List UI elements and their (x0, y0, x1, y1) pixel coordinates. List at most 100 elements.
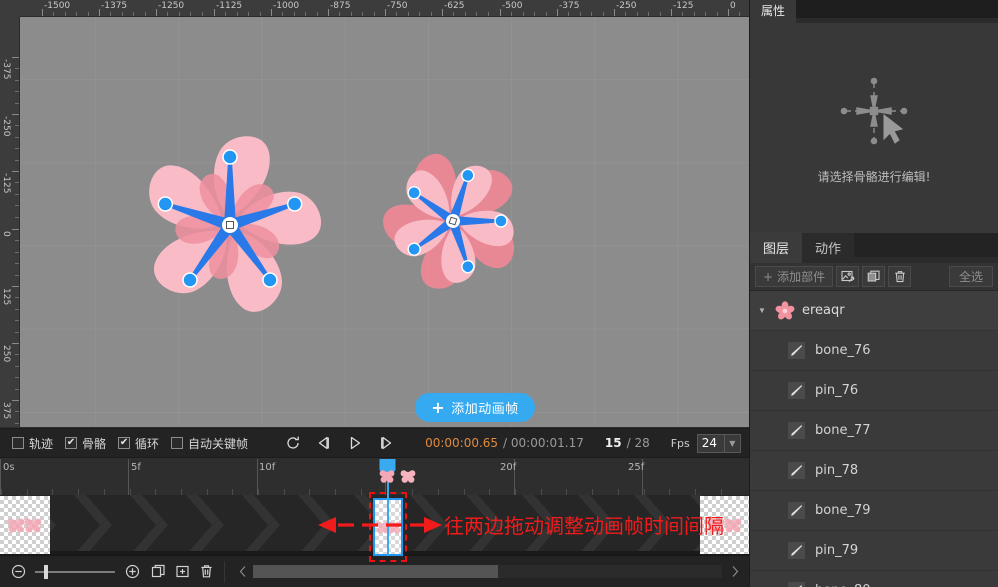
delete-frame-icon[interactable] (196, 562, 216, 582)
tab-actions[interactable]: 动作 (802, 232, 854, 263)
ruler-minor-tick (179, 12, 180, 16)
tree-row[interactable]: pin_79 (750, 531, 998, 571)
ruler-minor-tick (534, 12, 535, 16)
tab-layers[interactable]: 图层 (750, 232, 802, 263)
ruler-minor-tick (237, 12, 238, 16)
zoom-out-icon[interactable] (8, 562, 28, 582)
tree-row[interactable]: bone_77 (750, 411, 998, 451)
fps-select[interactable]: 24 ▼ (697, 434, 741, 453)
ruler-label: -125 (673, 1, 693, 11)
timeline-hscrollbar[interactable] (253, 565, 722, 578)
vruler-label: 375 (1, 402, 11, 419)
timeline-zoom-slider[interactable] (35, 565, 115, 579)
horizontal-ruler[interactable]: -1500-1375-1250-1125-1000-875-750-625-50… (20, 0, 750, 17)
fps-label: Fps (671, 437, 690, 450)
vruler-minor-tick (15, 309, 19, 310)
ruler-minor-tick (53, 12, 54, 16)
properties-tabbar-filler (796, 0, 998, 18)
ruler-minor-tick (660, 12, 661, 16)
ruler-label: -1000 (273, 1, 299, 11)
ruler-minor-tick (408, 12, 409, 16)
playback-toolbar: 轨迹 ✔ 骨骼 ✔ 循环 自动关键帧 (0, 428, 750, 458)
vertical-ruler[interactable]: -375-250-1250125250375 (0, 17, 20, 427)
prev-frame-icon[interactable] (315, 434, 333, 452)
timeline-ruler[interactable]: 0s5f10f20f25f (0, 459, 750, 495)
vruler-minor-tick (15, 68, 19, 69)
tree-row[interactable]: bone_79 (750, 491, 998, 531)
tree-root-ereaqr[interactable]: ▼ ereaqr (750, 291, 998, 331)
tab-properties[interactable]: 属性 (750, 0, 796, 23)
checkbox-bone[interactable]: ✔ 骨骼 (65, 435, 106, 452)
caret-down-icon[interactable]: ▼ (758, 306, 768, 315)
flower-small[interactable] (376, 149, 531, 294)
vruler-minor-tick (15, 137, 19, 138)
ruler-minor-tick (637, 12, 638, 16)
ruler-minor-tick (739, 12, 740, 16)
vruler-minor-tick (15, 297, 19, 298)
ruler-minor-tick (76, 12, 77, 16)
checkbox-trajectory[interactable]: 轨迹 (12, 435, 53, 452)
ruler-minor-tick (717, 12, 718, 16)
drag-hint-text: 往两边拖动调整动画帧时间间隔 (444, 510, 724, 539)
timeline-label: 25f (628, 462, 644, 473)
ruler-tick (156, 9, 157, 16)
vruler-minor-tick (15, 263, 19, 264)
ruler-minor-tick (145, 12, 146, 16)
ruler-minor-tick (694, 12, 695, 16)
vruler-minor-tick (15, 91, 19, 92)
delete-part-button[interactable] (888, 266, 911, 287)
keyframe-markers[interactable] (378, 464, 416, 491)
scroll-right-chevron-icon[interactable] (724, 562, 744, 582)
loop-checkbox-box[interactable]: ✔ (118, 437, 130, 449)
chevron-down-icon[interactable]: ▼ (724, 434, 740, 453)
stage-canvas[interactable]: + 添加动画帧 (20, 17, 750, 427)
ruler-label: 0 (730, 1, 736, 11)
ruler-minor-tick (625, 12, 626, 16)
properties-empty-message: 请选择骨骼进行编辑! (818, 168, 931, 185)
properties-body: 请选择骨骼进行编辑! (750, 23, 998, 233)
transport-controls (284, 434, 395, 452)
zoom-slider-knob[interactable] (44, 565, 48, 579)
tree-row-label: bone_76 (815, 343, 871, 358)
ruler-tick (42, 9, 43, 16)
flower-large[interactable] (130, 130, 330, 320)
next-frame-icon[interactable] (377, 434, 395, 452)
duplicate-frame-icon[interactable] (148, 562, 168, 582)
add-part-button[interactable]: + 添加部件 (755, 266, 833, 287)
tree-row-label: bone_79 (815, 503, 871, 518)
add-frame-icon[interactable] (172, 562, 192, 582)
checkbox-auto-keyframe[interactable]: 自动关键帧 (171, 435, 248, 452)
loop-reset-icon[interactable] (284, 434, 302, 452)
ruler-minor-tick (317, 12, 318, 16)
tree-row[interactable]: pin_78 (750, 451, 998, 491)
ruler-minor-tick (648, 12, 649, 16)
tree-row[interactable]: pin_76 (750, 371, 998, 411)
timeline-label: 20f (500, 462, 516, 473)
duplicate-part-button[interactable] (862, 266, 885, 287)
vruler-minor-tick (15, 332, 19, 333)
loop-label: 循环 (135, 435, 159, 452)
auto-keyframe-checkbox-box[interactable] (171, 437, 183, 449)
frame-thumbnail[interactable] (0, 496, 50, 554)
add-keyframe-button[interactable]: + 添加动画帧 (415, 393, 535, 422)
tree-row[interactable]: bone_80 (750, 571, 998, 587)
trajectory-checkbox-box[interactable] (12, 437, 24, 449)
ruler-tick (728, 9, 729, 16)
ruler-minor-tick (580, 12, 581, 16)
scroll-left-chevron-icon[interactable] (233, 562, 253, 582)
checkbox-loop[interactable]: ✔ 循环 (118, 435, 159, 452)
tree-row[interactable]: bone_76 (750, 331, 998, 371)
ruler-minor-tick (282, 12, 283, 16)
total-time: / 00:00:01.17 (503, 436, 584, 450)
ruler-tick (442, 9, 443, 16)
ruler-minor-tick (682, 12, 683, 16)
select-all-button[interactable]: 全选 (949, 266, 993, 287)
image-import-button[interactable] (836, 266, 859, 287)
zoom-in-icon[interactable] (122, 562, 142, 582)
play-icon[interactable] (346, 434, 364, 452)
bone-checkbox-box[interactable]: ✔ (65, 437, 77, 449)
vruler-minor-tick (15, 125, 19, 126)
bone-placeholder-icon (829, 71, 919, 156)
timeline-hscrollbar-thumb[interactable] (253, 565, 498, 578)
vruler-tick (12, 286, 19, 287)
